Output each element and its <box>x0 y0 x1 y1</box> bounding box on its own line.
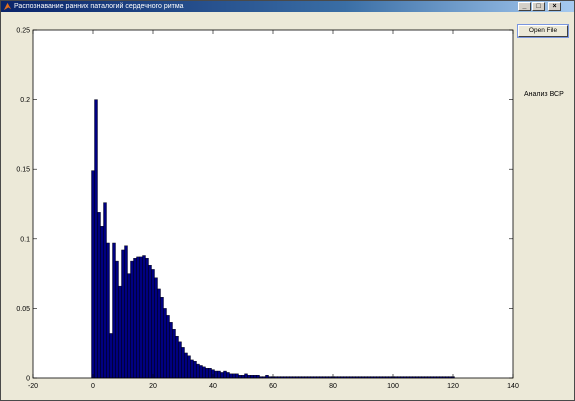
histogram-bar <box>229 373 233 379</box>
y-tick-label: 0.05 <box>16 306 30 313</box>
title-bar[interactable]: Распознавание ранних паталогий сердечног… <box>1 1 574 12</box>
y-tick-label: 0.1 <box>20 236 30 243</box>
histogram-bar <box>220 372 224 379</box>
histogram-bar <box>190 359 194 379</box>
y-tick-label: 0.2 <box>20 97 30 104</box>
minimize-button[interactable]: _ <box>518 2 531 11</box>
histogram-bar <box>217 370 221 379</box>
window-title: Распознавание ранних паталогий сердечног… <box>14 3 184 10</box>
histogram-bar <box>241 375 245 379</box>
histogram-bar <box>187 355 191 379</box>
histogram-bar <box>226 372 230 379</box>
histogram-bar <box>136 256 140 379</box>
histogram-bar <box>121 249 125 379</box>
histogram-bar <box>205 368 209 379</box>
histogram-bar <box>244 373 248 379</box>
histogram-bar <box>208 368 212 379</box>
app-window: Распознавание ранних паталогий сердечног… <box>0 0 575 401</box>
histogram-bar <box>169 322 173 379</box>
histogram-bar <box>181 347 185 379</box>
histogram-bar <box>91 170 95 379</box>
x-tick-label: 140 <box>507 383 519 390</box>
histogram-chart: -20 0 20 40 60 80 100 120 14000.050.10.150.20.25 <box>16 28 519 391</box>
histogram-bar <box>124 245 128 379</box>
histogram-bar <box>157 288 161 379</box>
x-tick-label: 100 <box>387 383 399 390</box>
histogram-bar <box>142 255 146 379</box>
x-tick-label: 60 <box>269 383 277 390</box>
histogram-bar <box>196 363 200 379</box>
histogram-bar <box>118 285 122 379</box>
histogram-bar <box>214 370 218 379</box>
histogram-bar <box>199 365 203 379</box>
histogram-bar <box>172 329 176 379</box>
histogram-bar <box>163 308 167 379</box>
x-tick-label: 0 <box>91 383 95 390</box>
maximize-button[interactable]: □ <box>532 2 545 11</box>
x-tick-label: 120 <box>447 383 459 390</box>
histogram-bar <box>235 373 239 379</box>
histogram-bar <box>103 202 107 379</box>
x-tick-label: 40 <box>209 383 217 390</box>
histogram-bar <box>238 375 242 379</box>
histogram-bar <box>148 265 152 379</box>
histogram-bar <box>184 352 188 379</box>
histogram-bar <box>175 336 179 379</box>
x-tick-label: -20 <box>28 383 38 390</box>
histogram-bar <box>256 375 260 379</box>
y-tick-label: 0 <box>26 376 30 383</box>
x-tick-label: 80 <box>329 383 337 390</box>
histogram-bar <box>253 375 257 379</box>
histogram-bar <box>133 258 137 379</box>
histogram-bar <box>112 242 116 379</box>
histogram-bar <box>97 212 101 379</box>
histogram-bar <box>232 373 236 379</box>
y-tick-label: 0.25 <box>16 28 30 35</box>
histogram-bar <box>160 297 164 379</box>
histogram-bar <box>100 226 104 379</box>
histogram-bar <box>223 370 227 379</box>
histogram-bar <box>193 361 197 379</box>
histogram-bar <box>139 256 143 379</box>
histogram-bar <box>115 260 119 379</box>
matlab-icon <box>3 2 12 11</box>
histogram-bar <box>106 242 110 379</box>
x-tick-label: 20 <box>149 383 157 390</box>
histogram-bar <box>94 99 98 379</box>
histogram-bar <box>250 375 254 379</box>
y-tick-label: 0.15 <box>16 167 30 174</box>
histogram-bar <box>265 375 269 379</box>
histogram-bar <box>145 258 149 379</box>
histogram-bar <box>127 273 131 379</box>
histogram-bar <box>151 269 155 379</box>
histogram-bar <box>130 260 134 379</box>
close-button[interactable]: × <box>548 2 561 11</box>
histogram-bar <box>247 375 251 379</box>
histogram-bar <box>154 277 158 379</box>
histogram-bar <box>202 366 206 379</box>
histogram-bar <box>178 341 182 379</box>
histogram-bar <box>109 333 113 379</box>
histogram-bar <box>166 315 170 379</box>
